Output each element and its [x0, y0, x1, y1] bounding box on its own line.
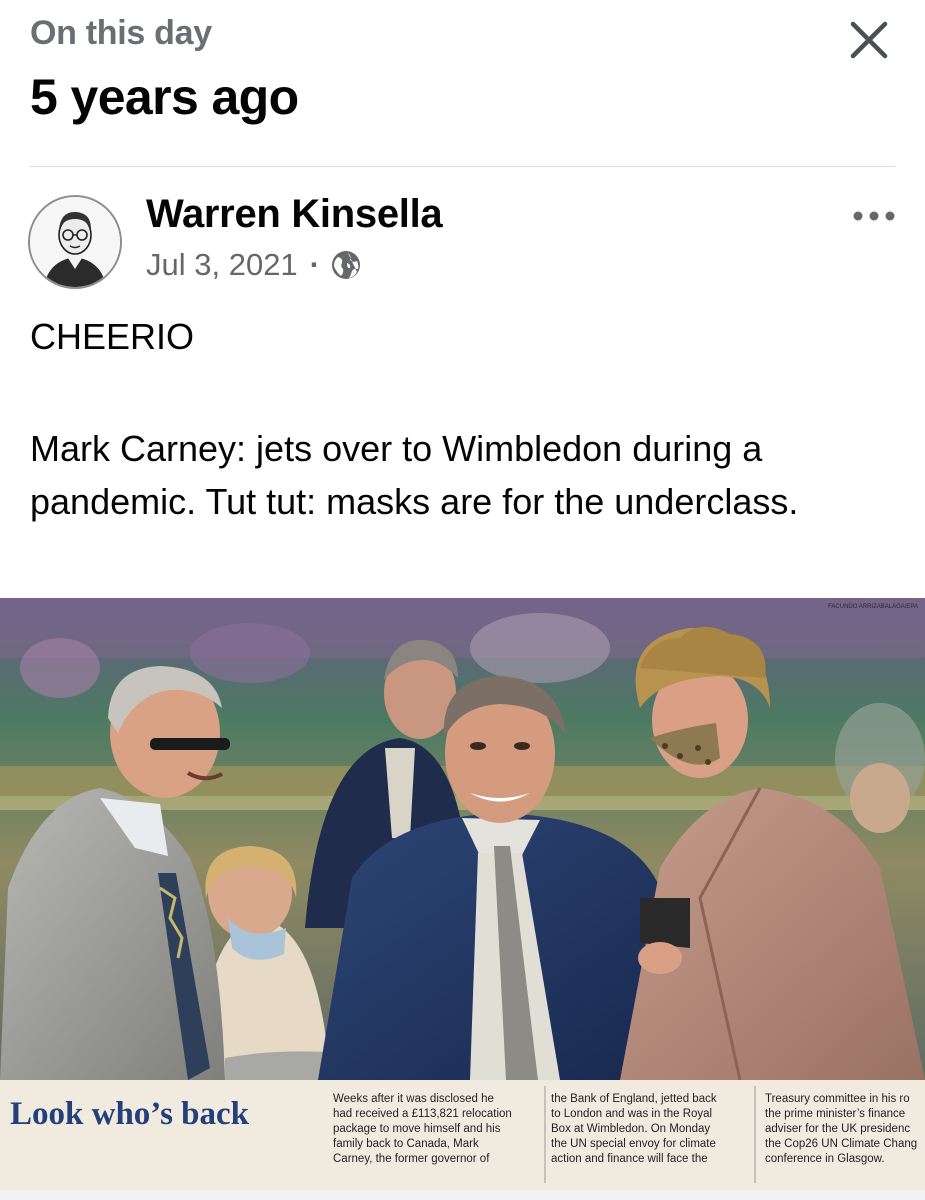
close-icon: [850, 21, 888, 59]
memory-title: 5 years ago: [30, 69, 299, 125]
caption-line: the prime minister’s finance: [765, 1108, 905, 1120]
divider: [30, 166, 895, 167]
caption-line: the Cop26 UN Climate Chang: [765, 1138, 917, 1150]
post-date[interactable]: Jul 3, 2021: [146, 247, 298, 283]
bottom-divider: [0, 1190, 925, 1200]
close-button[interactable]: [843, 14, 895, 66]
post-photo[interactable]: FACUNDO ARRIZABALAGA/EPA Look who’s back…: [0, 598, 925, 1190]
post-meta: Jul 3, 2021 ·: [146, 247, 362, 283]
caption-line: action and finance will face the: [551, 1153, 708, 1165]
post-text-line-2: Mark Carney: jets over to Wimbledon duri…: [30, 428, 799, 522]
clipping-headline: Look who’s back: [10, 1096, 250, 1132]
globe-icon: [332, 251, 360, 279]
caption-line: Carney, the former governor of: [333, 1153, 490, 1165]
avatar[interactable]: [28, 195, 122, 289]
caption-line: family back to Canada, Mark: [333, 1138, 479, 1150]
photo-credit: FACUNDO ARRIZABALAGA/EPA: [828, 604, 918, 610]
post-text-line-1: CHEERIO: [30, 316, 195, 357]
more-options-button[interactable]: [846, 198, 902, 234]
meta-separator: ·: [309, 247, 320, 282]
caption-line: the UN special envoy for climate: [551, 1138, 716, 1150]
avatar-portrait: [30, 197, 120, 287]
newspaper-clipping: FACUNDO ARRIZABALAGA/EPA Look who’s back…: [0, 598, 925, 1190]
caption-line: Box at Wimbledon. On Monday: [551, 1123, 710, 1135]
caption-line: had received a £113,821 relocation: [333, 1108, 512, 1120]
caption-column-1: Weeks after it was disclosed he had rece…: [333, 1093, 512, 1165]
caption-line: Weeks after it was disclosed he: [333, 1093, 494, 1105]
caption-line: Treasury committee in his ro: [765, 1093, 910, 1105]
caption-column-2: the Bank of England, jetted back to Lond…: [551, 1093, 717, 1165]
memory-label: On this day: [30, 14, 212, 52]
caption-line: conference in Glasgow.: [765, 1153, 885, 1165]
caption-line: to London and was in the Royal: [551, 1108, 712, 1120]
caption-line: the Bank of England, jetted back: [551, 1093, 717, 1105]
caption-line: package to move himself and his: [333, 1123, 501, 1135]
caption-line: adviser for the UK presidenc: [765, 1123, 910, 1135]
more-horizontal-icon: [853, 211, 895, 221]
author-name[interactable]: Warren Kinsella: [146, 192, 443, 237]
